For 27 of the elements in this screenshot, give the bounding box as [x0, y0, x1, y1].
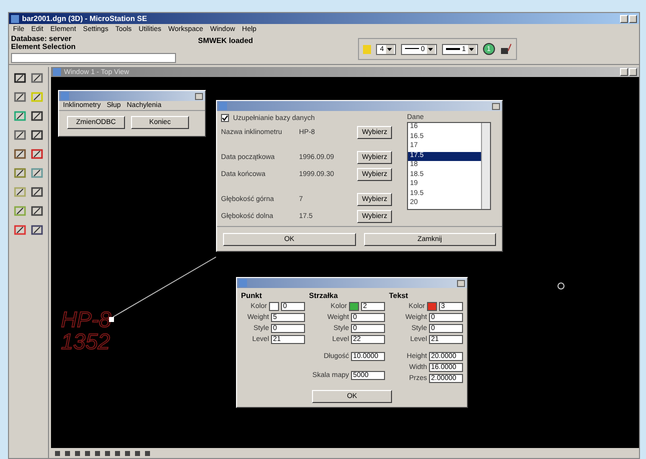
- canvas-label: 1352: [61, 329, 110, 354]
- maximize-button[interactable]: [629, 68, 637, 76]
- tool-icon[interactable]: [500, 43, 512, 55]
- close-button[interactable]: [457, 280, 465, 286]
- line-sample-icon: [446, 48, 460, 50]
- close-button[interactable]: [195, 92, 203, 100]
- color-swatch[interactable]: [269, 302, 279, 311]
- color-swatch: [363, 44, 371, 54]
- caret-icon: [428, 48, 434, 50]
- color-swatch[interactable]: [427, 302, 437, 311]
- key-in-field[interactable]: [11, 53, 176, 63]
- line-sample-icon: [404, 48, 419, 50]
- color-swatch[interactable]: [349, 302, 359, 311]
- dialog-icon: [61, 92, 69, 100]
- dialog-icon: [239, 279, 247, 287]
- app-icon: [11, 14, 19, 22]
- caret-icon: [469, 48, 474, 50]
- checkbox[interactable]: [221, 114, 229, 122]
- scrollbar[interactable]: [481, 123, 490, 209]
- minimize-button[interactable]: [620, 14, 628, 22]
- circle-mark: [558, 282, 564, 290]
- close-button[interactable]: [492, 102, 500, 110]
- dialog-icon: [219, 102, 227, 110]
- caret-icon: [387, 48, 392, 50]
- minimize-button[interactable]: [620, 68, 628, 76]
- canvas-label: HP-8: [61, 307, 112, 332]
- maximize-button[interactable]: [629, 14, 637, 22]
